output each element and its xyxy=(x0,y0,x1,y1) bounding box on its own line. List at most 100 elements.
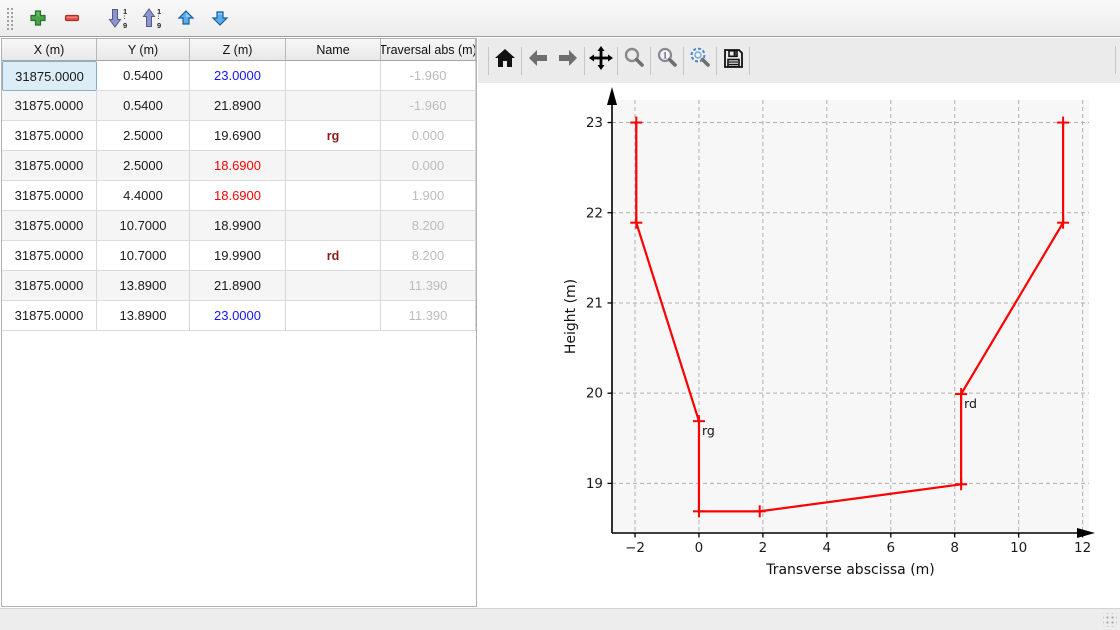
table-cell-y[interactable]: 2.5000 xyxy=(97,121,190,151)
zoom-button[interactable] xyxy=(619,44,649,78)
table-cell-z[interactable]: 21.8900 xyxy=(190,91,286,121)
table-cell-y[interactable]: 0.5400 xyxy=(97,61,190,91)
y-tick-label: 22 xyxy=(586,205,603,221)
table-row: 31875.000013.890023.0000 11.390 xyxy=(2,301,476,331)
move-up-icon xyxy=(177,9,195,27)
table-cell-traversal[interactable]: 1.900 xyxy=(381,181,476,211)
table-cell-traversal[interactable]: -1.960 xyxy=(381,61,476,91)
x-tick-label: 8 xyxy=(950,540,959,556)
table-cell-x[interactable]: 31875.0000 xyxy=(2,121,97,151)
x-axis-label: Transverse abscissa (m) xyxy=(765,562,935,578)
table-cell-z[interactable]: 23.0000 xyxy=(190,301,286,331)
table-cell-name[interactable] xyxy=(286,61,381,91)
table-row: 31875.00004.400018.6900 1.900 xyxy=(2,181,476,211)
table-row: 31875.000010.700018.9900 8.200 xyxy=(2,211,476,241)
save-button[interactable] xyxy=(718,44,748,78)
column-header-y[interactable]: Y (m) xyxy=(97,39,190,60)
table-cell-x[interactable]: 31875.0000 xyxy=(2,151,97,181)
y-tick-label: 19 xyxy=(586,476,603,492)
table-row: 31875.000013.890021.8900 11.390 xyxy=(2,271,476,301)
table-cell-x[interactable]: 31875.0000 xyxy=(2,61,97,91)
table-cell-traversal[interactable]: 8.200 xyxy=(381,241,476,271)
table-cell-z[interactable]: 18.6900 xyxy=(190,181,286,211)
svg-text:1: 1 xyxy=(157,7,161,16)
table-cell-x[interactable]: 31875.0000 xyxy=(2,211,97,241)
axes-background xyxy=(612,100,1089,533)
x-tick-label: 12 xyxy=(1074,540,1091,556)
y-tick-label: 21 xyxy=(586,295,603,311)
column-header-x[interactable]: X (m) xyxy=(2,39,97,60)
y-tick-label: 20 xyxy=(586,386,603,402)
table-cell-y[interactable]: 10.7000 xyxy=(97,211,190,241)
table-cell-y[interactable]: 13.8900 xyxy=(97,271,190,301)
table-cell-name[interactable] xyxy=(286,151,381,181)
table-cell-x[interactable]: 31875.0000 xyxy=(2,271,97,301)
back-icon xyxy=(526,46,550,75)
plot-canvas[interactable]: −20246810121920212223Transverse abscissa… xyxy=(478,83,1120,608)
x-tick-label: −2 xyxy=(625,540,645,556)
table-cell-x[interactable]: 31875.0000 xyxy=(2,241,97,271)
column-header-name[interactable]: Name xyxy=(286,39,381,60)
add-icon xyxy=(29,9,47,27)
sort-descending-button[interactable]: 1 9 xyxy=(135,3,169,33)
table-cell-z[interactable]: 23.0000 xyxy=(190,61,286,91)
table-cell-y[interactable]: 13.8900 xyxy=(97,301,190,331)
table-cell-traversal[interactable]: 0.000 xyxy=(381,151,476,181)
main-toolbar: 1 9 1 9 xyxy=(0,0,1120,37)
table-cell-name[interactable] xyxy=(286,91,381,121)
table-cell-y[interactable]: 4.4000 xyxy=(97,181,190,211)
table-cell-x[interactable]: 31875.0000 xyxy=(2,301,97,331)
zoom-original-button[interactable]: 1 xyxy=(652,44,682,78)
forward-button[interactable] xyxy=(553,44,583,78)
table-cell-name[interactable]: rd xyxy=(286,241,381,271)
table-cell-z[interactable]: 21.8900 xyxy=(190,271,286,301)
y-axis-label: Height (m) xyxy=(563,279,579,354)
add-row-button[interactable] xyxy=(21,3,55,33)
move-down-button[interactable] xyxy=(203,3,237,33)
table-cell-name[interactable] xyxy=(286,181,381,211)
table-body: 31875.00000.540023.0000-1.96031875.00000… xyxy=(2,61,476,331)
table-cell-x[interactable]: 31875.0000 xyxy=(2,181,97,211)
x-tick-label: 10 xyxy=(1010,540,1027,556)
table-cell-name[interactable] xyxy=(286,211,381,241)
table-cell-name[interactable] xyxy=(286,271,381,301)
table-cell-traversal[interactable]: 0.000 xyxy=(381,121,476,151)
point-annotation: rg xyxy=(702,423,715,438)
table-cell-z[interactable]: 18.9900 xyxy=(190,211,286,241)
table-cell-traversal[interactable]: 8.200 xyxy=(381,211,476,241)
table-row: 31875.00000.540021.8900 -1.960 xyxy=(2,91,476,121)
table-cell-x[interactable]: 31875.0000 xyxy=(2,91,97,121)
table-cell-name[interactable] xyxy=(286,301,381,331)
column-header-z[interactable]: Z (m) xyxy=(190,39,286,60)
table-cell-traversal[interactable]: -1.960 xyxy=(381,91,476,121)
back-button[interactable] xyxy=(523,44,553,78)
pan-button[interactable] xyxy=(586,44,616,78)
x-tick-label: 2 xyxy=(759,540,768,556)
move-down-icon xyxy=(211,9,229,27)
table-cell-traversal[interactable]: 11.390 xyxy=(381,271,476,301)
window-resize-grip[interactable] xyxy=(1103,613,1117,627)
table-cell-z[interactable]: 18.6900 xyxy=(190,151,286,181)
column-header-traversal[interactable]: Traversal abs (m) xyxy=(381,39,476,60)
table-row: 31875.00002.500018.6900 0.000 xyxy=(2,151,476,181)
table-cell-name[interactable]: rg xyxy=(286,121,381,151)
remove-row-button[interactable] xyxy=(55,3,89,33)
table-cell-traversal[interactable]: 11.390 xyxy=(381,301,476,331)
table-cell-z[interactable]: 19.9900 xyxy=(190,241,286,271)
profile-chart: −20246810121920212223Transverse abscissa… xyxy=(478,83,1120,608)
table-row: 31875.00000.540023.0000 -1.960 xyxy=(2,61,476,91)
zoom-selection-icon xyxy=(688,46,712,75)
table-cell-y[interactable]: 10.7000 xyxy=(97,241,190,271)
x-tick-label: 6 xyxy=(886,540,895,556)
home-icon xyxy=(493,46,517,75)
table-cell-y[interactable]: 2.5000 xyxy=(97,151,190,181)
move-up-button[interactable] xyxy=(169,3,203,33)
table-row: 31875.00002.500019.6900rg0.000 xyxy=(2,121,476,151)
table-cell-y[interactable]: 0.5400 xyxy=(97,91,190,121)
zoom-selection-button[interactable] xyxy=(685,44,715,78)
home-button[interactable] xyxy=(490,44,520,78)
sort-ascending-button[interactable]: 1 9 xyxy=(101,3,135,33)
table-cell-z[interactable]: 19.6900 xyxy=(190,121,286,151)
y-tick-label: 23 xyxy=(586,115,603,131)
toolbar-drag-handle[interactable] xyxy=(5,6,13,30)
